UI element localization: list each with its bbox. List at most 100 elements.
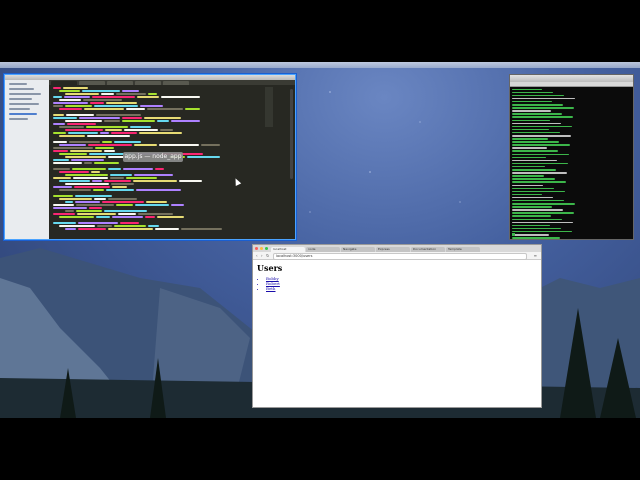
terminal-output[interactable] [510,88,633,239]
code-token [53,123,65,125]
code-token [84,162,92,164]
zoom-window-icon[interactable] [265,247,268,250]
code-token [84,108,124,110]
code-token [89,207,102,209]
terminal-line [512,94,564,97]
sidebar-file-item[interactable] [9,98,32,100]
desktop: app.js — node_app localhost node Navigate E… [0,62,640,418]
code-token [53,162,82,164]
editor-tab[interactable] [107,81,133,85]
terminal-line [512,206,552,208]
menu-icon[interactable]: ≡ [534,253,537,258]
code-token [140,105,163,107]
sidebar-file-item[interactable] [9,93,41,95]
sidebar-file-item[interactable] [9,118,28,120]
code-token [161,96,200,98]
code-token [159,144,199,146]
code-token [145,216,155,218]
editor-scrollbar[interactable] [290,89,293,179]
terminal-line [512,125,572,128]
terminal-line [512,88,542,91]
terminal-window[interactable] [509,74,634,240]
code-token [73,177,108,179]
code-token [70,150,102,152]
sidebar-file-item[interactable] [9,113,37,115]
code-token [122,90,139,92]
code-token [78,222,118,224]
code-token [118,213,136,215]
code-token [59,198,92,200]
editor-tab[interactable] [135,81,161,85]
terminal-line [512,175,544,177]
code-token [171,204,184,206]
sidebar-file-item[interactable] [9,88,34,90]
terminal-line [512,153,569,156]
editor-tab[interactable] [79,81,105,85]
sidebar-file-item[interactable] [9,108,30,110]
code-token [181,228,222,230]
code-token [59,99,81,101]
code-token [59,180,90,182]
back-arrow-icon[interactable]: ‹ [256,253,258,258]
code-token [95,147,114,149]
code-token [112,216,143,218]
minimize-window-icon[interactable] [260,247,263,250]
code-token [97,225,112,227]
code-token [104,150,115,152]
terminal-line [512,237,560,239]
code-token [179,180,202,182]
code-token [130,126,151,128]
close-window-icon[interactable] [255,247,258,250]
editor-tab[interactable] [51,81,77,85]
code-token [88,144,132,146]
terminal-line [512,159,557,162]
code-token [110,177,124,179]
editor-file-sidebar[interactable] [5,80,49,239]
menu-bar[interactable] [0,62,640,68]
user-link[interactable]: Beth [266,286,537,291]
page-heading: Users [257,263,283,273]
browser-window[interactable]: localhost node Navigate Express Documentatio… [252,244,542,408]
reload-icon[interactable]: ↻ [266,253,269,258]
code-token [65,105,92,107]
window-title-tooltip: app.js — node_app [123,152,183,162]
code-token [68,132,98,134]
code-token [108,228,153,230]
code-token [65,93,99,95]
terminal-line [512,122,561,125]
browser-tab-bar[interactable]: localhost node Navigate Express Documentatio… [253,245,541,252]
code-token [53,105,63,107]
code-token [105,129,122,131]
code-token [53,204,74,206]
terminal-line [512,196,553,199]
code-token [59,108,82,110]
code-token [116,204,133,206]
code-area[interactable] [51,87,261,239]
terminal-line [512,218,562,221]
editor-minimap[interactable] [265,87,273,127]
terminal-line [512,224,550,227]
terminal-line [512,128,549,131]
code-token [139,132,182,134]
sidebar-file-item[interactable] [9,83,27,85]
editor-tab[interactable] [163,81,189,85]
terminal-line [512,212,574,214]
code-line[interactable] [51,228,261,231]
terminal-line [512,165,545,168]
terminal-line [512,144,570,146]
terminal-line [512,209,563,211]
code-token [148,225,159,227]
code-token [93,189,104,191]
editor-tabs[interactable] [49,80,295,85]
forward-arrow-icon[interactable]: › [261,253,263,258]
terminal-line [512,193,542,196]
terminal-tab-bar[interactable] [510,82,633,87]
address-bar[interactable]: localhost:3000/users [273,253,527,260]
code-token [124,129,158,131]
terminal-line [512,119,550,122]
code-editor-window[interactable]: app.js — node_app [4,74,296,240]
code-token [53,195,73,197]
code-token [112,186,127,188]
sidebar-file-item[interactable] [9,103,39,105]
terminal-titlebar[interactable] [510,75,633,82]
